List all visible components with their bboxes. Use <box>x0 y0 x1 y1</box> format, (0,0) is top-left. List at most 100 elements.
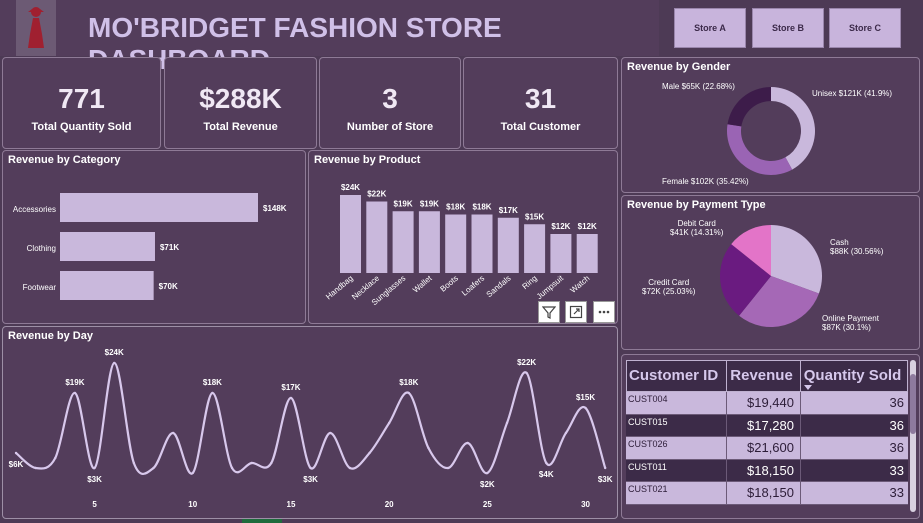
day-tick-label: 30 <box>581 500 590 509</box>
day-data-label: $15K <box>576 393 595 402</box>
day-data-label: $24K <box>105 348 124 357</box>
day-data-label: $3K <box>303 475 318 484</box>
store-b-button[interactable]: Store B <box>752 8 824 48</box>
expand-icon[interactable] <box>565 301 587 323</box>
product-tick-label: Wallet <box>411 273 434 294</box>
product-bar <box>550 234 572 273</box>
payment-label-online: Online Payment $87K (30.1%) <box>822 314 879 332</box>
product-bar <box>576 234 598 273</box>
store-c-button[interactable]: Store C <box>829 8 901 48</box>
table-row[interactable]: CUST011 $18,150 33 <box>626 459 908 482</box>
product-chart-panel: Revenue by Product $24K Handbag $22K Neckla… <box>308 150 618 324</box>
day-data-label: $3K <box>87 475 102 484</box>
day-data-label: $18K <box>399 378 418 387</box>
day-line-chart: $6K $19K $3K $24K $18K $17K $3K $18K $2K $22K $4K $… <box>9 348 613 509</box>
revenue-data-point <box>113 361 116 365</box>
category-tick-label: Clothing <box>27 244 56 253</box>
revenue-data-point <box>545 461 548 465</box>
chart-title: Revenue by Category <box>8 154 121 166</box>
cell-revenue: $21,600 <box>727 437 801 459</box>
sort-descending-icon[interactable] <box>803 385 812 390</box>
category-data-label: $70K <box>159 282 178 291</box>
day-data-label: $22K <box>517 358 536 367</box>
revenue-data-point <box>446 466 450 470</box>
category-bar-chart: Accessories $148K Clothing $71K Footwear $70K <box>13 193 287 300</box>
scrollbar-thumb[interactable] <box>910 374 916 434</box>
kpi-value: 3 <box>382 83 398 114</box>
customer-table-panel: Customer ID Revenue Quantity Sold CUST00… <box>621 354 920 519</box>
customer-table: Customer ID Revenue Quantity Sold CUST00… <box>626 360 908 505</box>
table-row[interactable]: CUST026 $21,600 36 <box>626 437 908 460</box>
header-customer-id[interactable]: Customer ID <box>627 361 728 391</box>
day-tick-label: 15 <box>287 500 296 509</box>
product-bar <box>445 214 467 273</box>
gender-chart-panel: Revenue by Gender Male $65K (22.68%) Uni… <box>621 57 920 193</box>
day-data-label: $6K <box>9 460 24 469</box>
revenue-data-point <box>525 371 528 375</box>
header-quantity-sold[interactable]: Quantity Sold <box>801 361 907 391</box>
cell-customer-id: CUST015 <box>626 414 727 436</box>
kpi-card-revenue: $288K Total Revenue <box>164 57 317 149</box>
kpi-label: Total Customer <box>500 121 581 133</box>
cell-quantity-sold: 36 <box>889 395 904 410</box>
product-data-label: $19K <box>420 199 439 208</box>
payment-label-debit: Debit Card $41K (14.31%) <box>670 219 723 237</box>
cell-customer-id: CUST026 <box>626 437 727 459</box>
product-bar <box>366 201 388 273</box>
filter-icon[interactable] <box>538 301 560 323</box>
kpi-value: 31 <box>524 83 557 114</box>
revenue-data-point <box>407 391 410 395</box>
product-data-label: $18K <box>472 203 491 212</box>
table-row[interactable]: CUST004 $19,440 36 <box>626 392 908 415</box>
revenue-data-point <box>270 461 273 465</box>
revenue-data-point <box>466 441 469 445</box>
day-data-label: $19K <box>65 378 84 387</box>
table-scrollbar[interactable] <box>910 360 916 512</box>
gender-slice <box>771 87 815 170</box>
product-tick-label: Sandals <box>485 274 513 299</box>
cell-revenue: $18,150 <box>727 482 801 504</box>
product-tick-label: Jumpsuit <box>535 273 566 301</box>
product-tick-label: Watch <box>569 274 592 295</box>
payment-label-cash-value: $88K (30.56%) <box>830 247 884 256</box>
table-row[interactable]: CUST021 $18,150 33 <box>626 482 908 505</box>
day-tick-label: 5 <box>92 500 97 509</box>
payment-label-cash-name: Cash <box>830 238 849 247</box>
payment-label-debit-value: $41K (14.31%) <box>670 228 724 237</box>
chart-title: Revenue by Gender <box>627 61 731 73</box>
product-data-label: $17K <box>499 206 518 215</box>
logo-dress-icon <box>16 0 56 56</box>
category-chart-panel: Revenue by Category Accessories $148K Clot… <box>2 150 306 324</box>
product-bar <box>392 211 414 273</box>
payment-chart-panel: Revenue by Payment Type Debit Card $41K … <box>621 195 920 350</box>
revenue-series-line <box>15 361 607 476</box>
revenue-data-point <box>230 466 234 470</box>
revenue-data-point <box>309 466 312 470</box>
page-tab-indicator[interactable] <box>242 519 282 523</box>
gender-label-female: Female $102K (35.42%) <box>662 177 749 186</box>
kpi-card-quantity: 771 Total Quantity Sold <box>2 57 161 149</box>
table-header-row: Customer ID Revenue Quantity Sold <box>626 360 908 392</box>
cell-quantity-sold: 36 <box>889 417 904 433</box>
day-data-label: $3K <box>598 475 613 484</box>
product-tick-label: Boots <box>439 274 460 294</box>
revenue-data-point <box>564 431 568 435</box>
day-data-label: $17K <box>281 383 300 392</box>
day-tick-label: 10 <box>188 500 197 509</box>
payment-label-credit-name: Credit Card <box>648 278 690 287</box>
kpi-label: Number of Store <box>346 121 434 133</box>
cell-customer-id: CUST011 <box>626 459 727 481</box>
store-a-button[interactable]: Store A <box>674 8 746 48</box>
cell-quantity-sold: 36 <box>889 440 904 455</box>
payment-label-cash: Cash $88K (30.56%) <box>830 238 883 256</box>
table-row[interactable]: CUST015 $17,280 36 <box>626 414 908 437</box>
more-options-icon[interactable] <box>593 301 615 323</box>
cell-revenue: $18,150 <box>727 459 801 481</box>
category-data-label: $71K <box>160 243 179 252</box>
revenue-data-point <box>93 466 96 470</box>
product-data-label: $18K <box>446 203 465 212</box>
gender-label-unisex: Unisex $121K (41.9%) <box>812 89 893 98</box>
header-revenue[interactable]: Revenue <box>727 361 801 391</box>
kpi-card-stores: 3 Number of Store <box>319 57 461 149</box>
category-bar <box>60 271 154 300</box>
